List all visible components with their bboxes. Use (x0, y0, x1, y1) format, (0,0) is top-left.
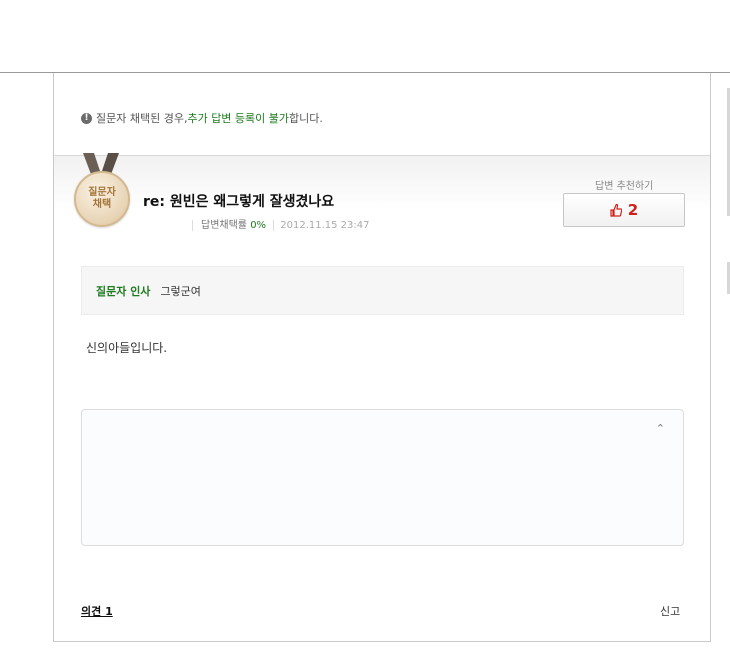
opinions-link[interactable]: 의견 1 (81, 603, 113, 619)
notice-highlight: 추가 답변 등록이 불가 (187, 112, 290, 125)
answer-title: re: 원빈은 왜그렇게 잘생겼나요 (143, 194, 335, 210)
answer-body: 신의아들입니다. (86, 341, 168, 355)
info-icon: ! (81, 112, 92, 124)
adopt-rate-value: 0% (250, 220, 267, 231)
notice-prefix: 질문자 채택된 경우, (96, 112, 188, 125)
chevron-up-icon[interactable]: ⌃ (656, 422, 665, 435)
recommend-button[interactable]: 2 (563, 193, 685, 227)
adoption-notice: ! 질문자 채택된 경우, 추가 답변 등록이 불가 합니다. (81, 110, 323, 126)
recommend-count: 2 (627, 201, 639, 219)
medal-line2: 채택 (92, 199, 112, 210)
medal-line1: 질문자 (88, 187, 116, 198)
answer-card: ! 질문자 채택된 경우, 추가 답변 등록이 불가 합니다. 질문자 채택 r… (53, 73, 711, 642)
greeting-text: 그렇군여 (160, 284, 201, 298)
answer-meta: 답변채택률 0% 2012.11.15 23:47 (192, 216, 370, 231)
recommend-label: 답변 추천하기 (595, 181, 654, 192)
greeting-label: 질문자 인사 (96, 284, 151, 298)
medal-icon: 질문자 채택 (74, 171, 130, 227)
report-link[interactable]: 신고 (660, 603, 680, 619)
comment-box: ⌃ (81, 409, 684, 546)
notice-suffix: 합니다. (289, 112, 323, 125)
answer-date: 2012.11.15 23:47 (273, 220, 370, 231)
asker-greeting: 질문자 인사 그렇군여 (81, 266, 684, 315)
thumb-up-icon (610, 203, 622, 217)
adopt-rate-label: 답변채택률 (192, 220, 251, 231)
